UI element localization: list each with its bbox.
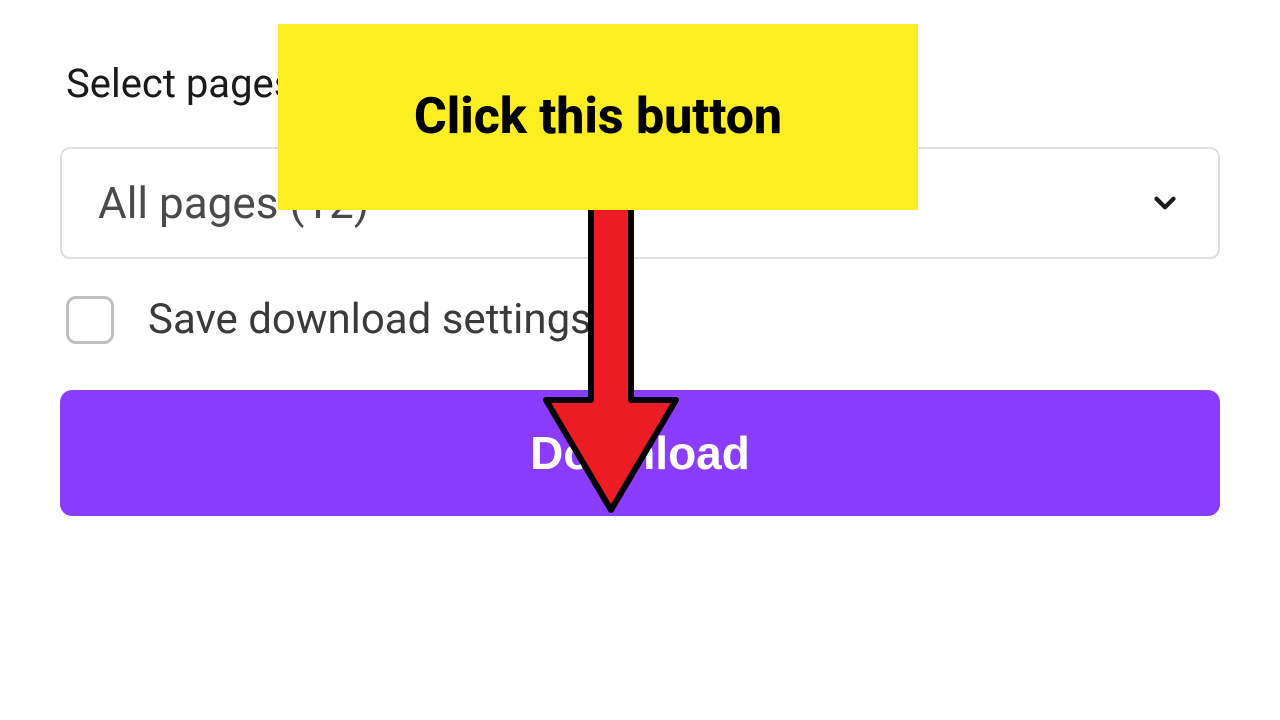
callout-text: Click this button <box>414 88 782 146</box>
instruction-callout: Click this button <box>278 24 918 210</box>
save-settings-label: Save download settings <box>148 295 592 344</box>
arrow-down-icon <box>536 200 686 524</box>
chevron-down-icon <box>1148 186 1182 220</box>
save-settings-checkbox[interactable] <box>66 296 114 344</box>
